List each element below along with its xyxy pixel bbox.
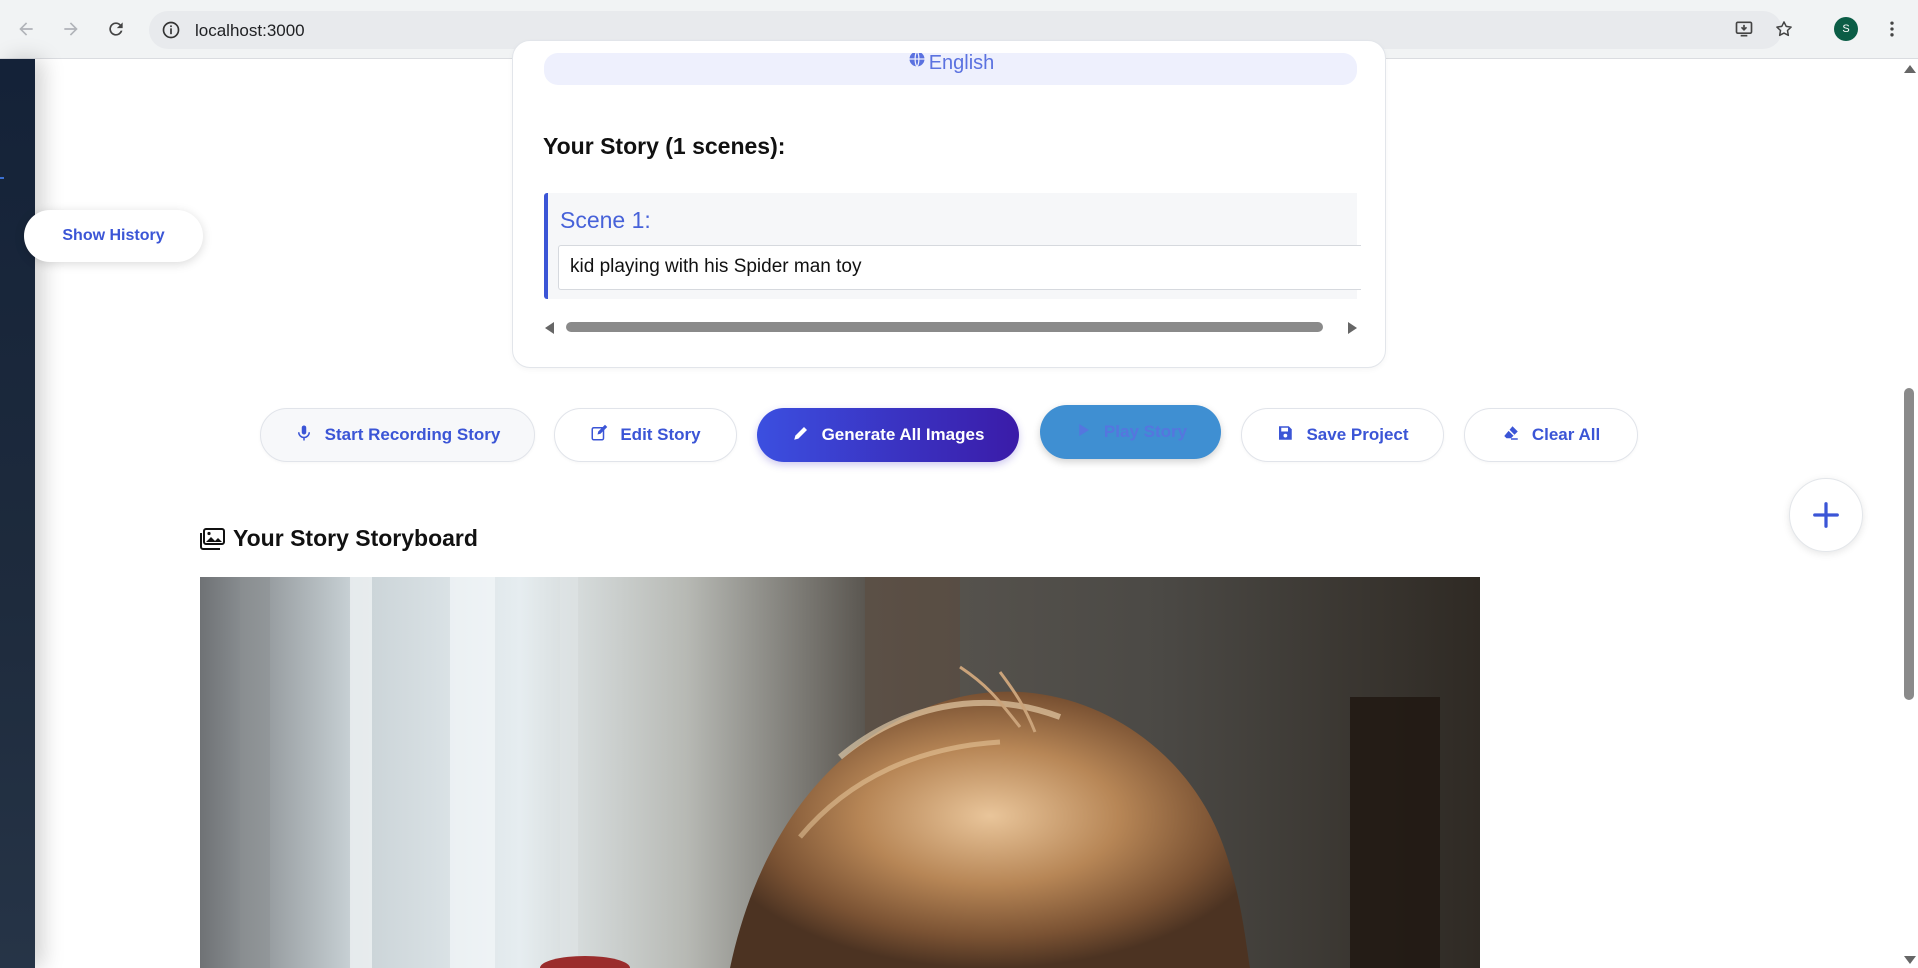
pencil-icon — [792, 424, 810, 447]
collapsed-sidebar — [0, 59, 35, 968]
edit-icon — [590, 424, 608, 447]
eraser-icon — [1502, 424, 1520, 447]
show-history-button[interactable]: Show History — [24, 210, 203, 262]
bookmark-star-icon[interactable] — [1768, 13, 1800, 45]
edit-story-button[interactable]: Edit Story — [554, 408, 737, 462]
generate-all-images-label: Generate All Images — [821, 425, 985, 444]
plus-icon — [1813, 502, 1839, 528]
story-heading: Your Story (1 scenes): — [543, 133, 786, 159]
kid-with-toy-image — [200, 577, 1480, 968]
play-story-button[interactable]: Play Story — [1040, 405, 1221, 459]
install-app-icon[interactable] — [1728, 13, 1760, 45]
microphone-icon — [295, 424, 313, 447]
page-scrollbar[interactable] — [1900, 59, 1918, 968]
start-recording-label: Start Recording Story — [324, 425, 501, 444]
scrollbar-thumb[interactable] — [566, 322, 1323, 332]
scroll-right-icon[interactable] — [1348, 322, 1357, 334]
storyboard-title: Your Story Storyboard — [233, 525, 478, 551]
page-scrollbar-thumb[interactable] — [1904, 388, 1914, 700]
scroll-down-icon[interactable] — [1904, 956, 1916, 964]
profile-avatar[interactable]: S — [1834, 17, 1858, 41]
scroll-up-icon[interactable] — [1904, 65, 1916, 73]
forward-icon[interactable] — [55, 13, 87, 45]
play-icon — [1074, 421, 1092, 444]
sidebar-indicator — [0, 177, 4, 179]
save-project-button[interactable]: Save Project — [1241, 408, 1444, 462]
globe-icon — [907, 53, 927, 75]
clear-all-button[interactable]: Clear All — [1464, 408, 1638, 462]
scene-item: Scene 1: kid playing with his Spider man… — [544, 193, 1361, 299]
url-text: localhost:3000 — [195, 21, 305, 40]
back-icon[interactable] — [10, 13, 42, 45]
clear-all-label: Clear All — [1531, 425, 1601, 444]
story-card: English Your Story (1 scenes): Scene 1: … — [512, 40, 1386, 368]
storyboard-heading: Your Story Storyboard — [199, 525, 478, 552]
start-recording-button[interactable]: Start Recording Story — [260, 408, 535, 462]
scene-generated-image — [200, 577, 1480, 968]
save-project-label: Save Project — [1306, 425, 1409, 444]
language-label: English — [928, 53, 995, 74]
horizontal-scrollbar[interactable] — [545, 319, 1357, 335]
edit-story-label: Edit Story — [620, 425, 701, 444]
generate-all-images-button[interactable]: Generate All Images — [757, 408, 1019, 462]
reload-icon[interactable] — [100, 13, 132, 45]
images-icon — [200, 527, 225, 550]
save-icon — [1276, 424, 1294, 447]
add-scene-button[interactable] — [1789, 478, 1863, 552]
play-story-label: Play Story — [1103, 422, 1188, 441]
scene-label: Scene 1: — [560, 207, 651, 233]
language-selector[interactable]: English — [544, 53, 1357, 85]
scroll-left-icon[interactable] — [545, 322, 554, 334]
scene-text-field[interactable]: kid playing with his Spider man toy — [558, 245, 1361, 290]
info-icon[interactable] — [161, 20, 181, 40]
more-vert-icon[interactable] — [1880, 16, 1904, 42]
